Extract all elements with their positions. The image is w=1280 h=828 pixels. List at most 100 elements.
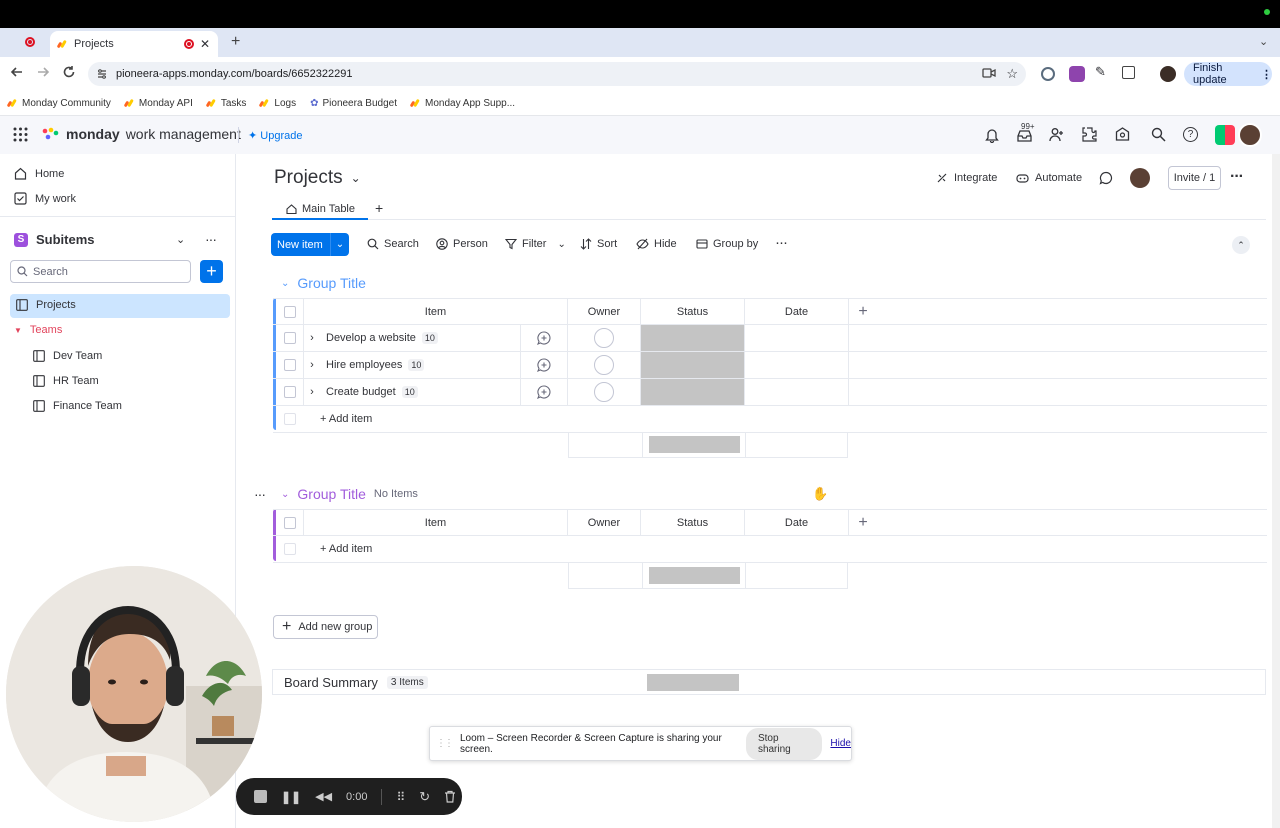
status-summary-cell[interactable] (642, 432, 746, 458)
bookmark-monday-app-support[interactable]: Monday App Supp... (411, 98, 515, 109)
finish-update-button[interactable]: Finish update ⋮ (1184, 62, 1272, 86)
column-header-date[interactable]: Date (745, 299, 849, 324)
invite-members-icon[interactable] (1049, 127, 1064, 142)
row-checkbox[interactable] (283, 359, 296, 371)
subitem-count[interactable]: 10 (421, 332, 438, 344)
row-checkbox[interactable] (283, 332, 296, 344)
status-cell[interactable] (641, 379, 745, 405)
group-1-header[interactable]: ⌄ Group Title (281, 275, 366, 291)
account-logo[interactable] (1215, 125, 1235, 145)
apps-marketplace-icon[interactable] (1082, 127, 1097, 142)
column-header-date[interactable]: Date (745, 510, 849, 535)
owner-cell[interactable] (568, 379, 641, 405)
inbox-icon[interactable] (1017, 130, 1032, 142)
expand-subitems-icon[interactable]: › (304, 386, 320, 398)
person-filter-button[interactable]: Person (436, 238, 488, 250)
select-all-checkbox[interactable] (283, 305, 296, 318)
board-menu-icon[interactable]: ··· (1230, 168, 1244, 186)
stop-sharing-button[interactable]: Stop sharing (745, 727, 823, 760)
item-name-cell[interactable]: › Develop a website 10 (304, 325, 520, 351)
updates-cell[interactable] (520, 379, 568, 405)
reload-icon[interactable] (62, 65, 76, 79)
trash-icon[interactable] (444, 790, 456, 803)
date-cell[interactable] (745, 325, 849, 351)
tab-main-table[interactable]: Main Table (272, 200, 368, 220)
row-checkbox-cell[interactable] (276, 352, 304, 378)
row-checkbox[interactable] (283, 386, 296, 398)
invite-button[interactable]: Invite / 1 (1168, 166, 1221, 190)
column-header-owner[interactable]: Owner (568, 299, 641, 324)
status-summary-bar[interactable] (647, 674, 739, 691)
item-name[interactable]: Hire employees (326, 359, 402, 371)
group-title[interactable]: Group Title (297, 486, 365, 502)
item-name-cell[interactable]: › Hire employees 10 (304, 352, 520, 378)
close-tab-icon[interactable]: ✕ (200, 37, 210, 51)
more-toolbar-icon[interactable]: ··· (775, 234, 788, 251)
item-name[interactable]: Develop a website (326, 332, 416, 344)
automate-button[interactable]: Automate (1016, 172, 1082, 184)
bookmark-logs[interactable]: Logs (260, 98, 296, 109)
url-field[interactable]: pioneera-apps.monday.com/boards/66523222… (88, 62, 1026, 86)
webcam-bubble[interactable] (6, 566, 262, 822)
tab-search-icon[interactable]: ⌄ (1259, 35, 1268, 48)
chat-icon[interactable] (1099, 171, 1113, 185)
chevron-down-icon[interactable]: ⌄ (557, 239, 565, 250)
select-all-cell[interactable] (276, 299, 304, 324)
chevron-down-icon[interactable]: ⌄ (176, 233, 185, 246)
add-item-input[interactable]: + Add item (320, 406, 620, 432)
row-checkbox-cell[interactable] (276, 325, 304, 351)
table-row[interactable]: › Develop a website 10 (273, 325, 1267, 352)
more-options-icon[interactable]: ··· (205, 231, 217, 247)
rewind-icon[interactable]: ◀◀ (315, 790, 332, 803)
app-switcher-icon[interactable] (13, 127, 28, 142)
item-name-cell[interactable]: › Create budget 10 (304, 379, 520, 405)
scrollbar[interactable] (1272, 154, 1280, 828)
user-avatar[interactable] (1238, 123, 1262, 147)
pause-icon[interactable]: ❚❚ (281, 790, 301, 804)
add-item-input[interactable]: + Add item (320, 536, 620, 562)
search-button[interactable]: Search (367, 238, 419, 250)
profile-avatar[interactable] (1160, 66, 1176, 82)
drag-handle-icon[interactable]: ⋮⋮ (436, 738, 454, 749)
brand-logo[interactable]: monday work management (42, 126, 241, 142)
back-icon[interactable] (10, 65, 24, 79)
board-member-avatar[interactable] (1130, 168, 1150, 188)
select-all-cell[interactable] (276, 510, 304, 535)
date-cell[interactable] (745, 379, 849, 405)
column-header-item[interactable]: Item (304, 299, 568, 324)
expand-subitems-icon[interactable]: › (304, 359, 320, 371)
help-icon[interactable]: ? (1183, 127, 1198, 142)
site-info-icon[interactable] (96, 68, 108, 80)
browser-tab[interactable]: Projects ✕ (50, 31, 218, 57)
column-header-status[interactable]: Status (641, 299, 745, 324)
add-new-group-button[interactable]: + Add new group (273, 615, 378, 639)
status-summary-cell[interactable] (642, 563, 746, 589)
bookmark-pioneera-budget[interactable]: ✿ Pioneera Budget (310, 98, 397, 109)
group-menu-icon[interactable]: ··· (254, 486, 266, 502)
chevron-down-icon[interactable]: ⌄ (281, 278, 289, 289)
bookmark-monday-api[interactable]: Monday API (125, 98, 193, 109)
subitem-count[interactable]: 10 (401, 386, 418, 398)
extensions-puzzle-icon[interactable] (1122, 66, 1135, 79)
add-board-button[interactable]: + (200, 260, 223, 283)
sidebar-item-my-work[interactable]: My work (14, 192, 76, 205)
date-cell[interactable] (745, 352, 849, 378)
upgrade-link[interactable]: ✦ Upgrade (248, 129, 302, 142)
sidebar-item-home[interactable]: Home (14, 167, 64, 180)
search-icon[interactable] (1151, 127, 1166, 142)
bookmark-star-icon[interactable]: ☆ (1006, 66, 1018, 82)
extension-badge-icon[interactable] (1069, 66, 1085, 82)
add-item-row[interactable]: + Add item (273, 536, 1267, 563)
row-checkbox-cell[interactable] (276, 379, 304, 405)
status-cell[interactable] (641, 325, 745, 351)
camera-icon[interactable] (982, 67, 996, 79)
integrate-button[interactable]: Integrate (936, 172, 997, 184)
hide-sharing-bar-link[interactable]: Hide (830, 738, 851, 749)
drawing-grid-icon[interactable]: ⠿ (396, 790, 405, 804)
filter-button[interactable]: Filter ⌄ (505, 238, 566, 250)
group-by-button[interactable]: Group by (696, 238, 758, 250)
add-item-row[interactable]: + Add item (273, 406, 1267, 433)
select-all-checkbox[interactable] (283, 516, 296, 529)
stop-recording-icon[interactable] (254, 790, 267, 803)
item-name[interactable]: Create budget (326, 386, 396, 398)
